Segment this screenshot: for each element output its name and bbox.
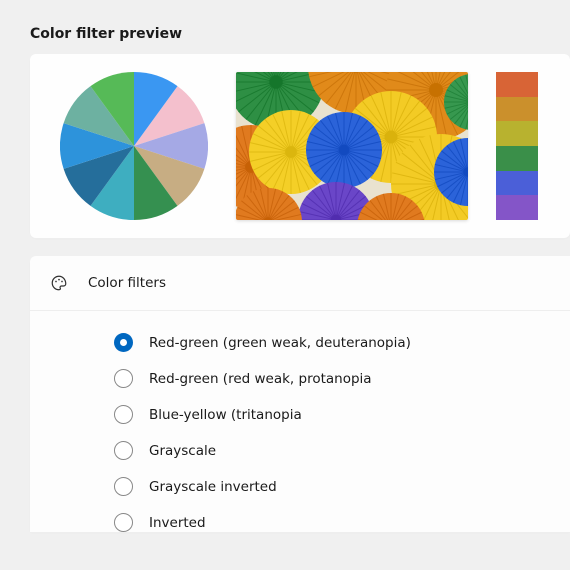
color-filters-card: Color filters Red-green (green weak, deu… — [30, 256, 570, 532]
color-stripes-preview — [496, 72, 538, 220]
filter-radio-group: Red-green (green weak, deuteranopia) Red-… — [30, 311, 570, 532]
filter-option[interactable]: Inverted — [114, 513, 570, 532]
filter-option-label: Grayscale — [149, 443, 216, 459]
stripe — [496, 72, 538, 97]
section-title: Color filter preview — [30, 26, 570, 42]
color-wheel-preview — [60, 72, 208, 220]
palette-icon — [50, 274, 68, 292]
sample-photo-preview — [236, 72, 468, 220]
radio-icon — [114, 441, 133, 460]
preview-card — [30, 54, 570, 238]
radio-icon — [114, 513, 133, 532]
radio-icon — [114, 333, 133, 352]
stripe — [496, 97, 538, 122]
radio-icon — [114, 369, 133, 388]
radio-icon — [114, 405, 133, 424]
filter-option-label: Inverted — [149, 515, 206, 531]
filter-option-label: Red-green (red weak, protanopia — [149, 371, 372, 387]
radio-icon — [114, 477, 133, 496]
filter-option[interactable]: Grayscale inverted — [114, 477, 570, 496]
filter-option[interactable]: Grayscale — [114, 441, 570, 460]
filter-option[interactable]: Red-green (red weak, protanopia — [114, 369, 570, 388]
stripe — [496, 171, 538, 196]
filter-option-label: Blue-yellow (tritanopia — [149, 407, 302, 423]
filter-option-label: Grayscale inverted — [149, 479, 277, 495]
color-filters-header[interactable]: Color filters — [30, 256, 570, 311]
filter-option[interactable]: Blue-yellow (tritanopia — [114, 405, 570, 424]
filter-option-label: Red-green (green weak, deuteranopia) — [149, 335, 411, 351]
stripe — [496, 195, 538, 220]
stripe — [496, 121, 538, 146]
filter-option[interactable]: Red-green (green weak, deuteranopia) — [114, 333, 570, 352]
stripe — [496, 146, 538, 171]
color-filters-heading: Color filters — [88, 275, 166, 291]
